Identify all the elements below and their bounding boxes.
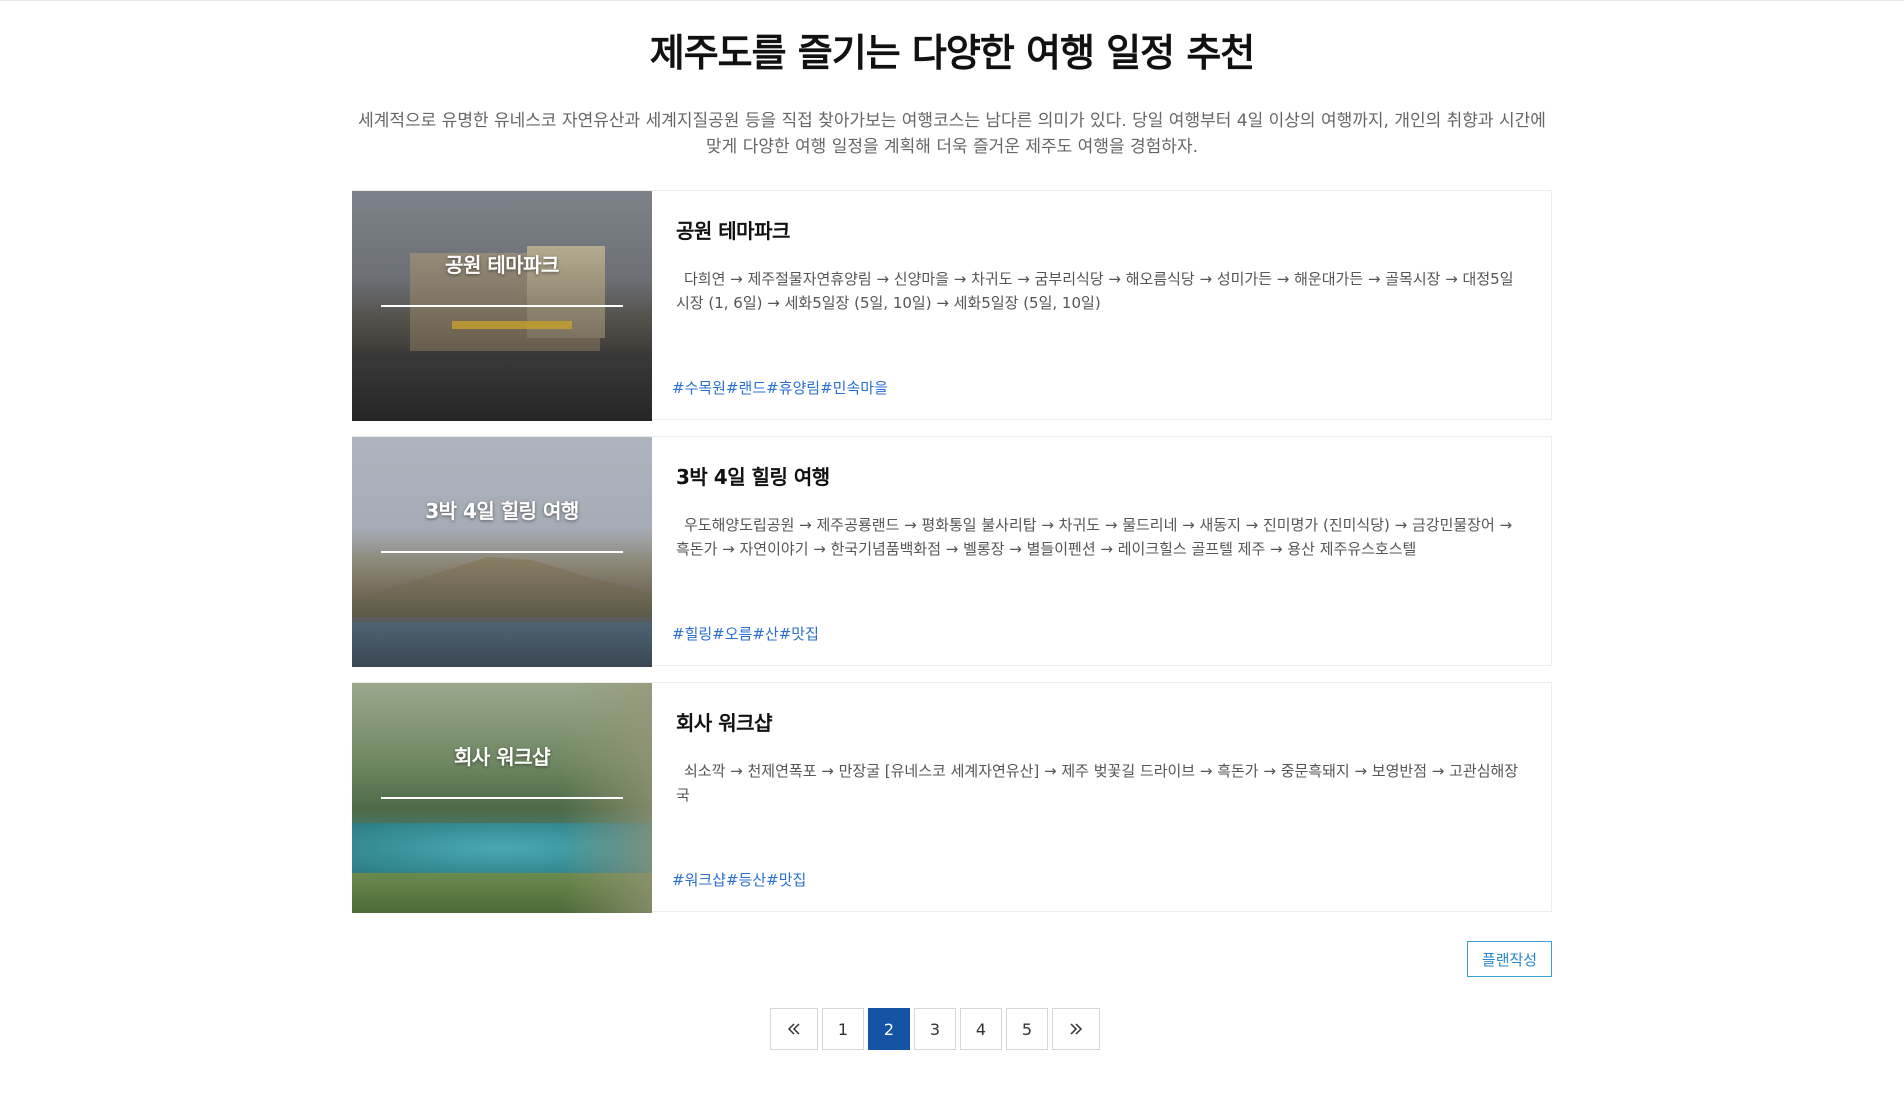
course-route: 우도해양도립공원 → 제주공룡랜드 → 평화통일 불사리탑 → 차귀도 → 물드… <box>676 516 1513 558</box>
course-tags: #힐링#오름#산#맛집 <box>672 623 819 644</box>
page-button[interactable]: 5 <box>1006 1008 1048 1050</box>
thumbnail-divider <box>381 551 623 553</box>
create-plan-button[interactable]: 플랜작성 <box>1467 941 1552 977</box>
thumbnail-divider <box>381 305 623 307</box>
course-route: 쇠소깍 → 천제연폭포 → 만장굴 [유네스코 세계자연유산] → 제주 벚꽃길… <box>676 762 1519 804</box>
thumbnail-label: 공원 테마파크 <box>445 253 559 277</box>
course-title[interactable]: 3박 4일 힐링 여행 <box>676 461 830 490</box>
tag-link[interactable]: #산 <box>752 625 778 643</box>
tag-link[interactable]: #맛집 <box>779 625 819 643</box>
course-list: 공원 테마파크 공원 테마파크 다희연 → 제주절물자연휴양림 → 신양마을 →… <box>352 190 1552 928</box>
double-chevron-left-icon <box>787 1023 800 1035</box>
next-page-button[interactable] <box>1052 1008 1100 1050</box>
page-title: 제주도를 즐기는 다양한 여행 일정 추천 <box>649 31 1256 75</box>
course-card[interactable]: 회사 워크샵 회사 워크샵 쇠소깍 → 천제연폭포 → 만장굴 [유네스코 세계… <box>352 682 1552 913</box>
tag-link[interactable]: #맛집 <box>766 871 806 889</box>
page-button-current[interactable]: 2 <box>868 1008 910 1050</box>
course-title[interactable]: 공원 테마파크 <box>676 215 790 244</box>
tag-link[interactable]: #등산 <box>726 871 766 889</box>
course-title[interactable]: 회사 워크샵 <box>676 707 772 736</box>
tag-link[interactable]: #오름 <box>712 625 752 643</box>
course-thumbnail[interactable]: 3박 4일 힐링 여행 <box>352 437 652 667</box>
page-button[interactable]: 3 <box>914 1008 956 1050</box>
course-card[interactable]: 공원 테마파크 공원 테마파크 다희연 → 제주절물자연휴양림 → 신양마을 →… <box>352 190 1552 421</box>
course-thumbnail[interactable]: 공원 테마파크 <box>352 191 652 421</box>
pagination: 1 2 3 4 5 <box>770 1008 1100 1050</box>
course-tags: #워크샵#등산#맛집 <box>672 869 806 890</box>
thumbnail-divider <box>381 797 623 799</box>
page-button[interactable]: 4 <box>960 1008 1002 1050</box>
course-tags: #수목원#랜드#휴양림#민속마을 <box>672 377 888 398</box>
tag-link[interactable]: #수목원 <box>672 379 726 397</box>
page-button[interactable]: 1 <box>822 1008 864 1050</box>
tag-link[interactable]: #힐링 <box>672 625 712 643</box>
course-route: 다희연 → 제주절물자연휴양림 → 신양마을 → 차귀도 → 굼부리식당 → 해… <box>676 270 1514 312</box>
double-chevron-right-icon <box>1070 1023 1083 1035</box>
prev-page-button[interactable] <box>770 1008 818 1050</box>
tag-link[interactable]: #민속마을 <box>820 379 888 397</box>
thumbnail-label: 3박 4일 힐링 여행 <box>425 499 579 523</box>
tag-link[interactable]: #휴양림 <box>766 379 820 397</box>
course-card[interactable]: 3박 4일 힐링 여행 3박 4일 힐링 여행 우도해양도립공원 → 제주공룡랜… <box>352 436 1552 667</box>
tag-link[interactable]: #랜드 <box>726 379 766 397</box>
page-description: 세계적으로 유명한 유네스코 자연유산과 세계지질공원 등을 직접 찾아가보는 … <box>358 111 1546 157</box>
tag-link[interactable]: #워크샵 <box>672 871 726 889</box>
thumbnail-label: 회사 워크샵 <box>454 745 550 769</box>
course-thumbnail[interactable]: 회사 워크샵 <box>352 683 652 913</box>
